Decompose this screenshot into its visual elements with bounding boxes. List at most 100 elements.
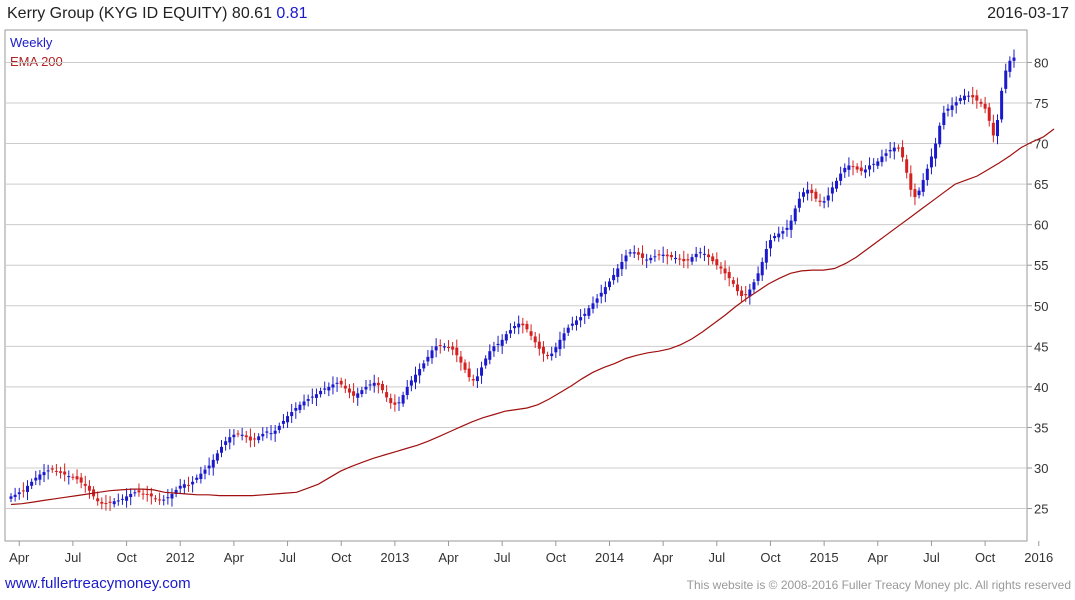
candle-body [195, 477, 199, 480]
x-tick-label: 2014 [595, 550, 624, 565]
candle-body [554, 347, 558, 353]
candle-body [112, 501, 116, 505]
candle-body [711, 256, 715, 262]
candle-body [946, 108, 950, 111]
candle-body [653, 256, 657, 258]
candle-body [182, 484, 186, 488]
candle-body [843, 167, 847, 173]
candle-body [492, 346, 496, 352]
candle-body [896, 147, 900, 149]
candle-body [901, 147, 905, 158]
candle-body [356, 393, 360, 398]
candle-body [740, 290, 744, 297]
candle-body [707, 254, 711, 258]
candle-body [30, 481, 34, 486]
candle-body [830, 187, 834, 194]
candle-body [686, 259, 690, 261]
candle-body [694, 253, 698, 258]
candle-body [9, 496, 13, 499]
candle-body [17, 492, 21, 495]
candle-body [818, 200, 822, 202]
candle-body [632, 252, 636, 254]
candle-body [158, 499, 162, 501]
candle-body [207, 465, 211, 469]
candle-body [583, 313, 587, 316]
candle-body [579, 317, 583, 321]
candle-body [467, 368, 471, 378]
candle-body [496, 343, 500, 346]
candle-body [232, 434, 236, 438]
candle-body [347, 388, 351, 393]
candle-body [665, 254, 669, 257]
candle-body [674, 257, 678, 260]
x-tick-label: 2013 [380, 550, 409, 565]
candle-body [438, 345, 442, 347]
candle-body [319, 390, 323, 395]
candle-body [327, 386, 331, 391]
candle-body [323, 388, 327, 390]
candle-body [96, 498, 100, 502]
candle-body [397, 402, 401, 404]
candle-body [525, 323, 529, 330]
candle-body [789, 220, 793, 230]
candle-body [574, 320, 578, 325]
y-tick-label: 40 [1034, 380, 1048, 395]
candle-body [546, 354, 550, 357]
candle-body [690, 257, 694, 262]
candle-body [839, 173, 843, 181]
candle-body [905, 159, 909, 173]
candle-body [797, 198, 801, 208]
candle-body [723, 268, 727, 274]
candle-body [380, 383, 384, 391]
website-link[interactable]: www.fullertreacymoney.com [5, 575, 191, 592]
candle-body [314, 394, 318, 398]
candle-body [537, 341, 541, 349]
candle-body [562, 333, 566, 341]
candle-body [793, 208, 797, 222]
candle-body [917, 190, 921, 196]
candle-body [558, 339, 562, 350]
candle-body [822, 201, 826, 203]
candle-body [645, 259, 649, 261]
candle-body [372, 382, 376, 386]
candle-body [719, 266, 723, 269]
candle-body [451, 346, 455, 350]
candle-body [987, 107, 991, 121]
candle-body [277, 425, 281, 431]
candle-body [735, 284, 739, 292]
candle-body [50, 468, 54, 470]
price-chart: 25 30 35 40 45 50 55 60 65 70 75 80 Apr Jul Oct 2012 Apr… [4, 29, 1055, 565]
candle-body [422, 363, 426, 369]
candle-body [401, 395, 405, 404]
candle-body [810, 189, 814, 194]
candle-body [591, 303, 595, 309]
candle-body [133, 492, 137, 494]
candle-body [934, 143, 938, 159]
candle-body [958, 98, 962, 101]
candle-body [913, 189, 917, 198]
candle-body [603, 287, 607, 295]
candle-body [851, 166, 855, 168]
candle-body [785, 227, 789, 230]
candle-body [306, 399, 310, 401]
candle-body [641, 253, 645, 258]
candle-body [884, 153, 888, 156]
candle-body [513, 326, 517, 329]
y-tick-label: 65 [1034, 177, 1048, 192]
candle-body [455, 347, 459, 356]
x-tick-label: Oct [546, 550, 567, 565]
candle-body [38, 474, 42, 480]
candle-body [236, 433, 240, 435]
candle-body [145, 493, 149, 495]
candle-body [409, 380, 413, 386]
candle-body [962, 95, 966, 101]
x-tick-label: Oct [116, 550, 137, 565]
plot-frame [4, 29, 1028, 542]
x-tick-label: Apr [868, 550, 889, 565]
candle-body [108, 501, 112, 503]
candle-body [59, 471, 63, 473]
candle-body [942, 112, 946, 126]
candle-body [352, 391, 356, 396]
candle-body [442, 346, 446, 348]
candle-body [855, 166, 859, 170]
